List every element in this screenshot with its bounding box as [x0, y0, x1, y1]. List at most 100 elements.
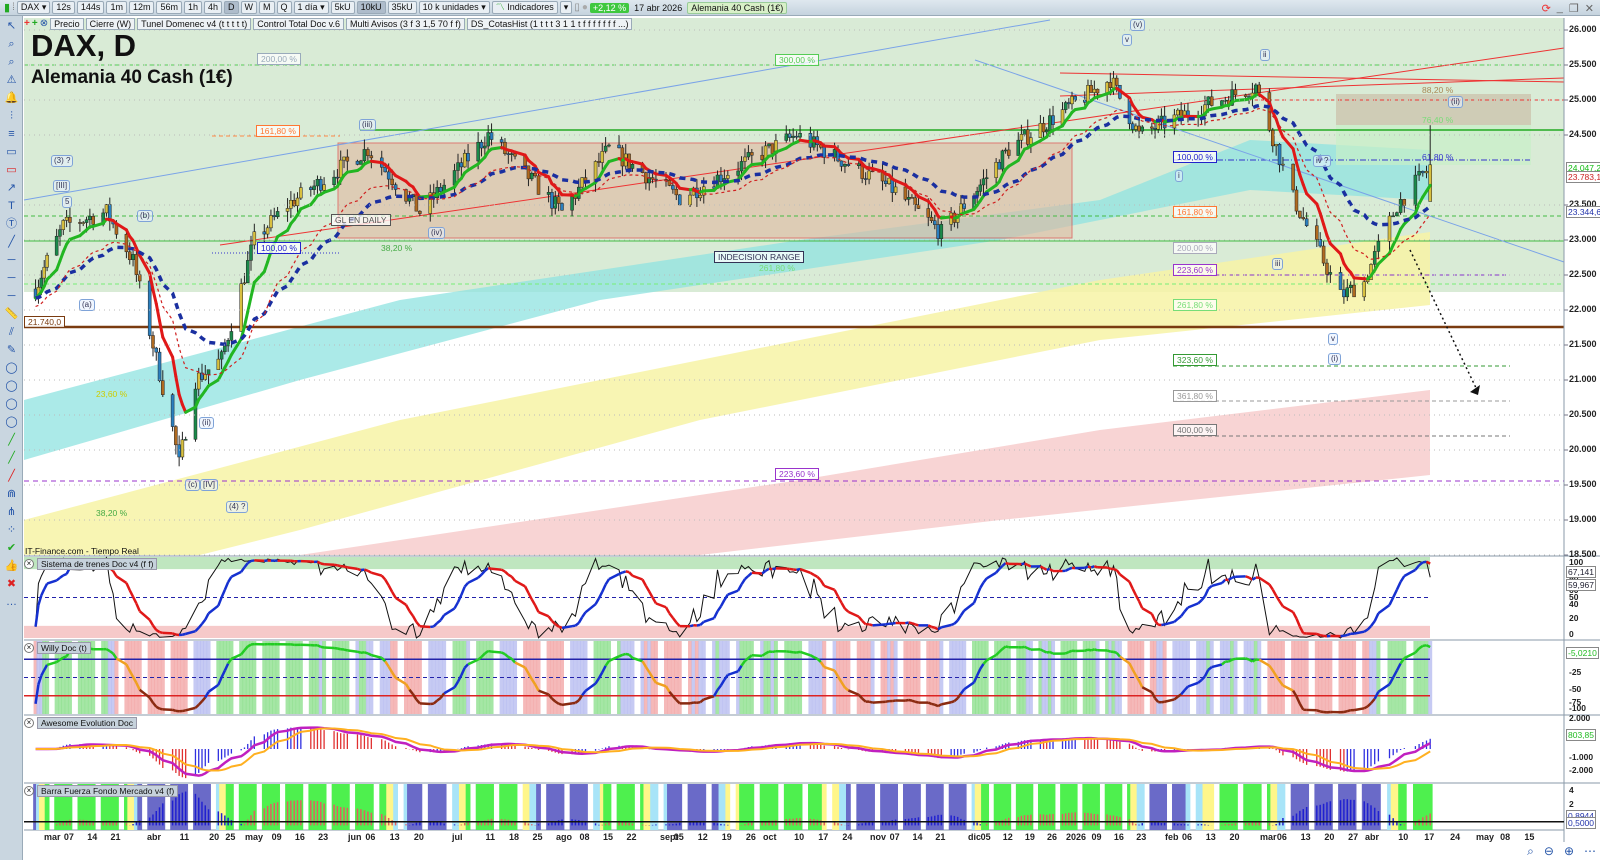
text-icon[interactable]: T [2, 198, 21, 214]
unit-5kU[interactable]: 5kU [330, 1, 355, 14]
brush-icon[interactable]: ✎ [2, 342, 21, 358]
wave-label[interactable]: [III] [53, 180, 71, 192]
wave-label[interactable]: (a) [79, 299, 95, 311]
cursor-icon[interactable]: ↖ [2, 18, 21, 34]
channel-icon[interactable]: ⫽ [2, 324, 21, 340]
interval-4h[interactable]: 4h [204, 1, 223, 14]
wave-label[interactable]: (i) [1328, 353, 1342, 365]
interval-M[interactable]: M [259, 1, 275, 14]
unit-select[interactable]: 10 k unidades ▾ [418, 1, 490, 14]
wave-label[interactable]: [IV] [200, 479, 219, 491]
panel-close-icon[interactable]: × [24, 559, 34, 569]
panel-title[interactable]: Barra Fuerza Fondo Mercado v4 (f) [37, 785, 179, 797]
check-icon[interactable]: ✔ [2, 540, 21, 556]
wave-label[interactable]: (c) [185, 479, 201, 491]
hline3-icon[interactable]: ─ [2, 288, 21, 304]
wave-label[interactable]: v [1122, 34, 1132, 46]
indicator-chip[interactable]: Control Total Doc v.6 [253, 17, 345, 30]
interval-144s[interactable]: 144s [76, 1, 105, 14]
close-icon[interactable]: ✕ [1585, 2, 1594, 15]
chart-canvas[interactable] [0, 0, 1600, 860]
magnet-icon[interactable]: ⋒ [2, 486, 21, 502]
trend-green-icon[interactable]: ╱ [2, 432, 21, 448]
interval-Q[interactable]: Q [276, 1, 292, 14]
delete-icon[interactable]: ✖ [2, 576, 21, 592]
panel-title[interactable]: Willy Doc (t) [37, 642, 91, 654]
wave-label[interactable]: (ii) [1448, 96, 1463, 108]
wave-label[interactable]: iv ? [1313, 155, 1332, 167]
wave-label[interactable]: (v) [1130, 19, 1146, 31]
zoom-out-icon[interactable]: ⊖ [1544, 844, 1554, 859]
restore-icon[interactable]: ❐ [1569, 2, 1579, 15]
wave-label[interactable]: (3) ? [51, 155, 74, 167]
ellipse3-icon[interactable]: ◯ [2, 396, 21, 412]
unit-35kU[interactable]: 35kU [387, 1, 417, 14]
symbol-select[interactable]: DAX ▾ [16, 1, 51, 14]
wave-label[interactable]: v [1328, 333, 1338, 345]
interval-W[interactable]: W [240, 1, 258, 14]
interval-56m[interactable]: 56m [156, 1, 182, 14]
settings-icon[interactable]: ⊗ [40, 18, 48, 29]
zoom-icon[interactable]: ⌕ [2, 36, 21, 52]
trend-red-icon[interactable]: ╱ [2, 468, 21, 484]
panel-title[interactable]: Awesome Evolution Doc [37, 717, 137, 729]
indicator-chip[interactable]: Multi Avisos (3 f 3 1,5 70 f f) [346, 17, 465, 30]
panel-close-icon[interactable]: × [24, 718, 34, 728]
panel-close-icon[interactable]: × [24, 786, 34, 796]
unit-10kU[interactable]: 10kU [356, 1, 386, 14]
zoom-fit-icon[interactable]: ⌕ [1527, 844, 1534, 859]
trend-green2-icon[interactable]: ╱ [2, 450, 21, 466]
pause-icon[interactable]: ▯ [574, 2, 580, 13]
indicator-chip[interactable]: Tunel Domenec v4 (t t t t t) [137, 17, 252, 30]
add-green-icon[interactable]: + [32, 18, 38, 29]
alert-edit-icon[interactable]: ⚠ [2, 72, 21, 88]
wave-label[interactable]: (iii) [359, 119, 376, 131]
refresh-icon[interactable]: ⟳ [1542, 2, 1551, 15]
chart-type-icon[interactable]: ▮ [4, 1, 10, 14]
panel-title[interactable]: Sistema de trenes Doc v4 (f f) [37, 558, 158, 570]
fib-icon[interactable]: ≡ [2, 126, 21, 142]
wave-label[interactable]: iii [1272, 258, 1284, 270]
ellipse2-icon[interactable]: ◯ [2, 378, 21, 394]
wave-label[interactable]: (ii) [199, 417, 214, 429]
indicators-dropdown[interactable]: ▾ [559, 1, 573, 14]
wave-label[interactable]: (4) ? [226, 501, 249, 513]
interval-12s[interactable]: 12s [52, 1, 75, 14]
arrow-icon[interactable]: ↗ [2, 180, 21, 196]
interval-D[interactable]: D [224, 1, 239, 14]
interval-12m[interactable]: 12m [128, 1, 155, 14]
zoom-in-icon[interactable]: ⊕ [1564, 844, 1574, 859]
ruler-icon[interactable]: 📏 [2, 306, 21, 322]
ellipse-icon[interactable]: ◯ [2, 360, 21, 376]
minimize-icon[interactable]: _ [1557, 2, 1563, 14]
period-select[interactable]: 1 día ▾ [293, 1, 329, 14]
zoom-area-icon[interactable]: ⌕ [2, 54, 21, 70]
pattern-icon[interactable]: ⁘ [2, 522, 21, 538]
interval-1m[interactable]: 1m [106, 1, 127, 14]
hline-icon[interactable]: ─ [2, 252, 21, 268]
indicators-button[interactable]: 〽 Indicadores [491, 1, 558, 14]
indicator-chip[interactable]: Cierre (W) [85, 17, 136, 30]
rect-red-icon[interactable]: ▭ [2, 162, 21, 178]
wave-label[interactable]: 5 [62, 196, 73, 208]
wave-label[interactable]: (iv) [428, 227, 446, 239]
wave-label[interactable]: (b) [137, 210, 153, 222]
ellipse4-icon[interactable]: ◯ [2, 414, 21, 430]
hline2-icon[interactable]: ─ [2, 270, 21, 286]
line-icon[interactable]: ╱ [2, 234, 21, 250]
wave-label[interactable]: i [1175, 170, 1183, 182]
indicator-chip[interactable]: DS_CotasHist (1 t t t 3 1 1 t f f f f f … [466, 17, 633, 30]
interval-1h[interactable]: 1h [183, 1, 202, 14]
fib-time-icon[interactable]: ⫶ [2, 108, 21, 124]
pitchfork-icon[interactable]: ⋔ [2, 504, 21, 520]
thumb-icon[interactable]: 👍 [2, 558, 21, 574]
bell-icon[interactable]: 🔔 [2, 90, 21, 106]
text-bubble-icon[interactable]: Ⓣ [2, 216, 21, 232]
more-icon[interactable]: … [2, 594, 21, 610]
panel-close-icon[interactable]: × [24, 643, 34, 653]
more-icon[interactable]: ⋯ [1584, 844, 1596, 859]
wave-label[interactable]: ii [1260, 49, 1270, 61]
indicator-chip[interactable]: Precio [50, 17, 84, 30]
rect-blue-icon[interactable]: ▭ [2, 144, 21, 160]
add-icon[interactable]: + [24, 18, 30, 29]
